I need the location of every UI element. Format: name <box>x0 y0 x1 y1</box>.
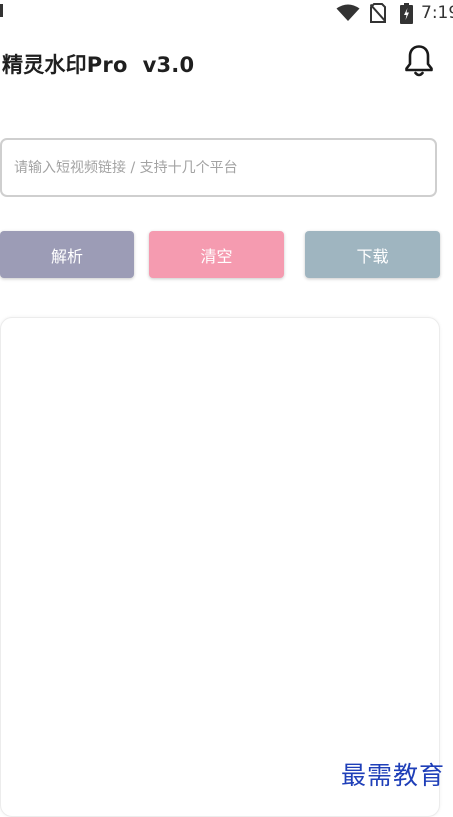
clear-button[interactable]: 清空 <box>149 231 284 278</box>
status-icons: 7:19 <box>336 0 453 26</box>
status-time: 7:19 <box>421 3 453 23</box>
notification-button[interactable] <box>399 43 439 83</box>
result-panel <box>0 317 440 817</box>
download-button-label: 下载 <box>356 246 389 266</box>
app-title: 精灵水印Pro v3.0 <box>2 53 195 77</box>
battery-charging-icon <box>400 2 413 24</box>
url-input-container <box>0 138 437 197</box>
watermark: 最需教育 <box>340 761 445 790</box>
parse-button-label: 解析 <box>50 246 83 266</box>
url-input[interactable] <box>14 140 424 195</box>
no-sim-icon <box>370 3 386 23</box>
status-bar: 7:19 <box>0 0 453 26</box>
wifi-icon <box>336 4 360 22</box>
notification-indicator <box>0 4 3 17</box>
bell-icon <box>403 44 435 82</box>
clear-button-label: 清空 <box>200 246 233 266</box>
download-button[interactable]: 下载 <box>305 231 440 278</box>
parse-button[interactable]: 解析 <box>0 231 134 278</box>
